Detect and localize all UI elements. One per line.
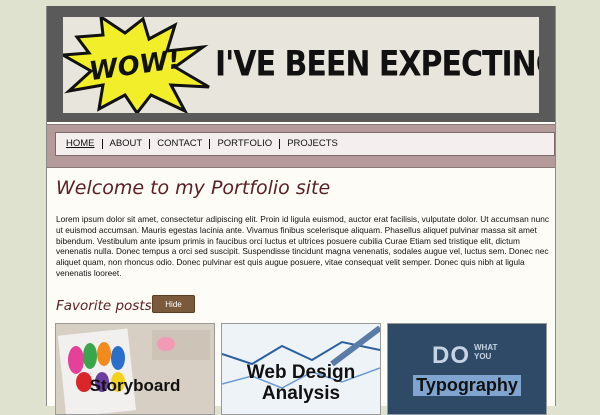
favorite-posts-heading: Favorite posts <box>56 298 152 314</box>
nav-item-home[interactable]: HOME <box>64 139 102 149</box>
nav-item-contact[interactable]: CONTACT <box>149 139 209 149</box>
card-label-typography: Typography <box>388 375 546 396</box>
paint-swatches-image <box>56 324 214 414</box>
do-image-text: DO <box>432 342 470 369</box>
nav-item-portfolio[interactable]: PORTFOLIO <box>209 139 279 149</box>
hide-button[interactable]: Hide <box>152 295 195 313</box>
post-card-storyboard[interactable]: Storyboard <box>55 323 215 415</box>
nav-item-projects[interactable]: PROJECTS <box>279 139 345 149</box>
card-label-web-design-analysis: Web Design Analysis <box>246 362 356 404</box>
page-title: Welcome to my Portfolio site <box>56 177 331 199</box>
banner-image: WOW! I'VE BEEN EXPECTING YOU <box>63 17 539 113</box>
page-container: WOW! I'VE BEEN EXPECTING YOU HOME ABOUT … <box>46 6 556 415</box>
navigation-bar: HOME ABOUT CONTACT PORTFOLIO PROJECTS <box>47 124 555 168</box>
nav-item-about[interactable]: ABOUT <box>101 139 150 149</box>
nav-menu: HOME ABOUT CONTACT PORTFOLIO PROJECTS <box>55 132 555 156</box>
post-card-typography[interactable]: DO WHAT YOU Typography <box>387 323 547 415</box>
header-banner: WOW! I'VE BEEN EXPECTING YOU <box>47 6 555 122</box>
banner-headline: I'VE BEEN EXPECTING YOU <box>215 44 539 85</box>
what-you-image-text: WHAT YOU <box>474 343 498 361</box>
intro-paragraph: Lorem ipsum dolor sit amet, consectetur … <box>56 214 549 278</box>
card-label-storyboard: Storyboard <box>89 376 181 395</box>
post-card-web-design-analysis[interactable]: Web Design Analysis <box>221 323 381 415</box>
